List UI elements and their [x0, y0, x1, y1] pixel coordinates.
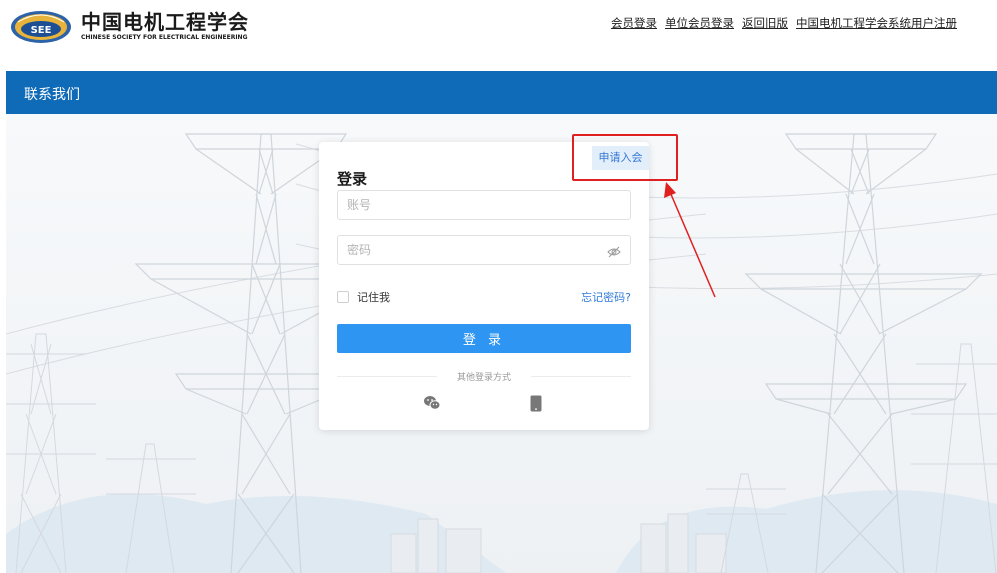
password-input[interactable] [338, 236, 630, 264]
logo-emblem-icon: SEE [10, 10, 72, 44]
return-old-version-link[interactable]: 返回旧版 [742, 15, 788, 31]
remember-me-checkbox[interactable]: 记住我 [337, 289, 390, 305]
login-button[interactable]: 登 录 [337, 324, 631, 353]
annotation-highlight-box [572, 134, 678, 181]
unit-member-login-link[interactable]: 单位会员登录 [665, 15, 734, 31]
account-input[interactable] [338, 191, 630, 219]
nav-contact-us[interactable]: 联系我们 [24, 84, 80, 104]
logo-title-en: CHINESE SOCIETY FOR ELECTRICAL ENGINEERI… [81, 34, 248, 41]
mobile-phone-icon[interactable] [530, 395, 542, 412]
eye-slash-icon[interactable] [607, 244, 621, 258]
system-user-register-link[interactable]: 中国电机工程学会系统用户注册 [796, 15, 957, 31]
site-header: SEE 中国电机工程学会 CHINESE SOCIETY FOR ELECTRI… [0, 0, 997, 70]
password-field[interactable] [337, 235, 631, 265]
login-card [319, 142, 649, 430]
annotation-arrow-icon [664, 182, 716, 298]
checkbox-box[interactable] [337, 291, 349, 303]
account-field[interactable] [337, 190, 631, 220]
other-login-methods-label: 其他登录方式 [456, 373, 511, 383]
login-title: 登录 [337, 170, 368, 188]
nav-bar: 联系我们 [6, 71, 997, 114]
forgot-password-link[interactable]: 忘记密码? [581, 289, 631, 305]
wechat-icon[interactable] [423, 395, 441, 411]
member-login-link[interactable]: 会员登录 [611, 15, 657, 31]
top-links: 会员登录 单位会员登录 返回旧版 中国电机工程学会系统用户注册 [611, 15, 957, 31]
site-logo[interactable]: SEE 中国电机工程学会 CHINESE SOCIETY FOR ELECTRI… [10, 10, 249, 44]
remember-me-label: 记住我 [357, 291, 390, 304]
logo-badge-text: SEE [31, 25, 52, 36]
logo-title-cn: 中国电机工程学会 [81, 10, 249, 34]
